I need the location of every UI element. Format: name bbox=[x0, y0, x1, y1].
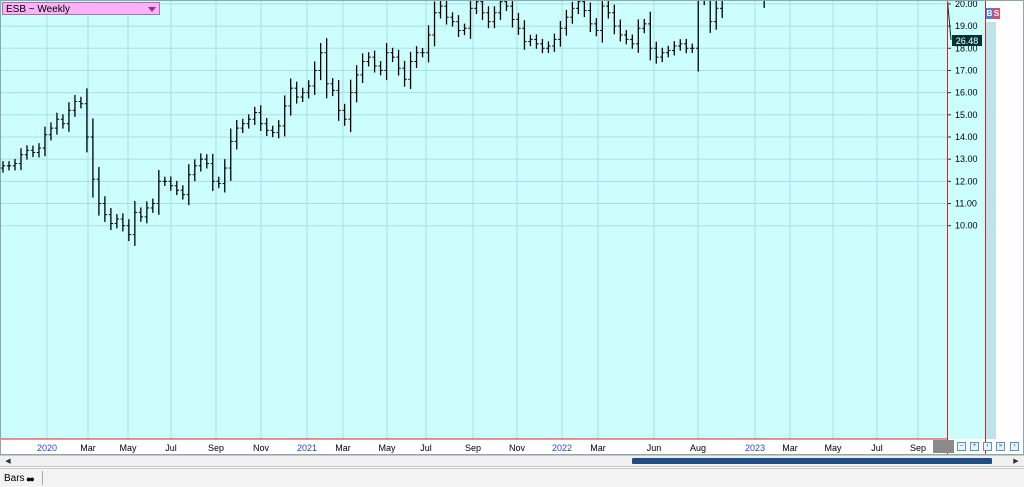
x-tick-label: Mar bbox=[80, 443, 96, 453]
x-tick-label: Mar bbox=[782, 443, 798, 453]
x-tick-label: Nov bbox=[509, 443, 526, 453]
chart-style-label[interactable]: Bars bbox=[4, 473, 25, 484]
x-tick-label: 2023 bbox=[745, 443, 765, 453]
right-scroll-strip bbox=[985, 22, 996, 439]
scroll-left-icon[interactable]: ‹ bbox=[983, 442, 992, 451]
scroll-left-arrow-icon[interactable]: ◀ bbox=[3, 457, 13, 466]
x-tick-label: Sep bbox=[208, 443, 224, 453]
y-tick-label: 20.00 bbox=[955, 0, 978, 9]
chart-window: 27.0026.0025.0024.0023.0022.0021.0020.00… bbox=[0, 0, 1024, 487]
chart-style-icon[interactable]: ●● bbox=[26, 474, 35, 484]
x-tick-label: May bbox=[824, 443, 842, 453]
y-tick-label: 11.00 bbox=[955, 199, 977, 209]
y-tick-label: 15.00 bbox=[955, 110, 978, 120]
dropdown-arrow-icon bbox=[148, 7, 156, 12]
x-tick-label: Jul bbox=[871, 443, 883, 453]
x-tick-label: May bbox=[119, 443, 137, 453]
y-tick-label: 17.00 bbox=[955, 65, 978, 75]
x-tick-label: May bbox=[378, 443, 396, 453]
scroll-right-arrow-icon[interactable]: ▶ bbox=[1011, 457, 1021, 466]
status-divider bbox=[42, 471, 43, 485]
x-tick-label: Jul bbox=[420, 443, 432, 453]
y-tick-label: 12.00 bbox=[955, 176, 978, 186]
zoom-in-icon[interactable]: + bbox=[970, 442, 979, 451]
y-tick-label: 19.00 bbox=[955, 21, 978, 31]
x-tick-label: 2020 bbox=[37, 443, 57, 453]
y-tick-label: 13.00 bbox=[955, 154, 978, 164]
y-tick-label: 16.00 bbox=[955, 88, 978, 98]
x-tick-label: Sep bbox=[910, 443, 926, 453]
last-price-marker: 26.48 bbox=[952, 35, 982, 46]
plot-area[interactable] bbox=[1, 1, 947, 439]
corner-box bbox=[933, 440, 954, 453]
horizontal-scrollbar[interactable]: ◀ ▶ bbox=[0, 455, 1024, 467]
y-tick-label: 10.00 bbox=[955, 221, 978, 231]
status-bar: Bars ●● bbox=[0, 468, 1024, 487]
zoom-out-icon[interactable]: – bbox=[957, 442, 966, 451]
x-tick-label: Jul bbox=[165, 443, 177, 453]
scroll-end-icon[interactable]: » bbox=[996, 442, 1005, 451]
price-chart[interactable]: 27.0026.0025.0024.0023.0022.0021.0020.00… bbox=[0, 0, 1024, 487]
scrollbar-thumb[interactable] bbox=[632, 458, 992, 464]
sell-badge[interactable]: S bbox=[993, 8, 1000, 19]
x-tick-label: Nov bbox=[253, 443, 270, 453]
buy-badge[interactable]: B bbox=[986, 8, 993, 19]
x-tick-label: Sep bbox=[465, 443, 481, 453]
x-tick-label: Mar bbox=[590, 443, 606, 453]
last-price-label: 26.48 bbox=[956, 36, 979, 46]
x-tick-label: 2021 bbox=[297, 443, 317, 453]
x-tick-label: 2022 bbox=[552, 443, 572, 453]
x-tick-label: Aug bbox=[690, 443, 706, 453]
symbol-selector[interactable]: ESB ~ Weekly bbox=[2, 2, 160, 15]
x-tick-label: Mar bbox=[335, 443, 351, 453]
symbol-label: ESB ~ Weekly bbox=[6, 4, 71, 15]
y-tick-label: 14.00 bbox=[955, 132, 978, 142]
scroll-right-icon[interactable]: › bbox=[1010, 442, 1019, 451]
x-tick-label: Jun bbox=[647, 443, 662, 453]
